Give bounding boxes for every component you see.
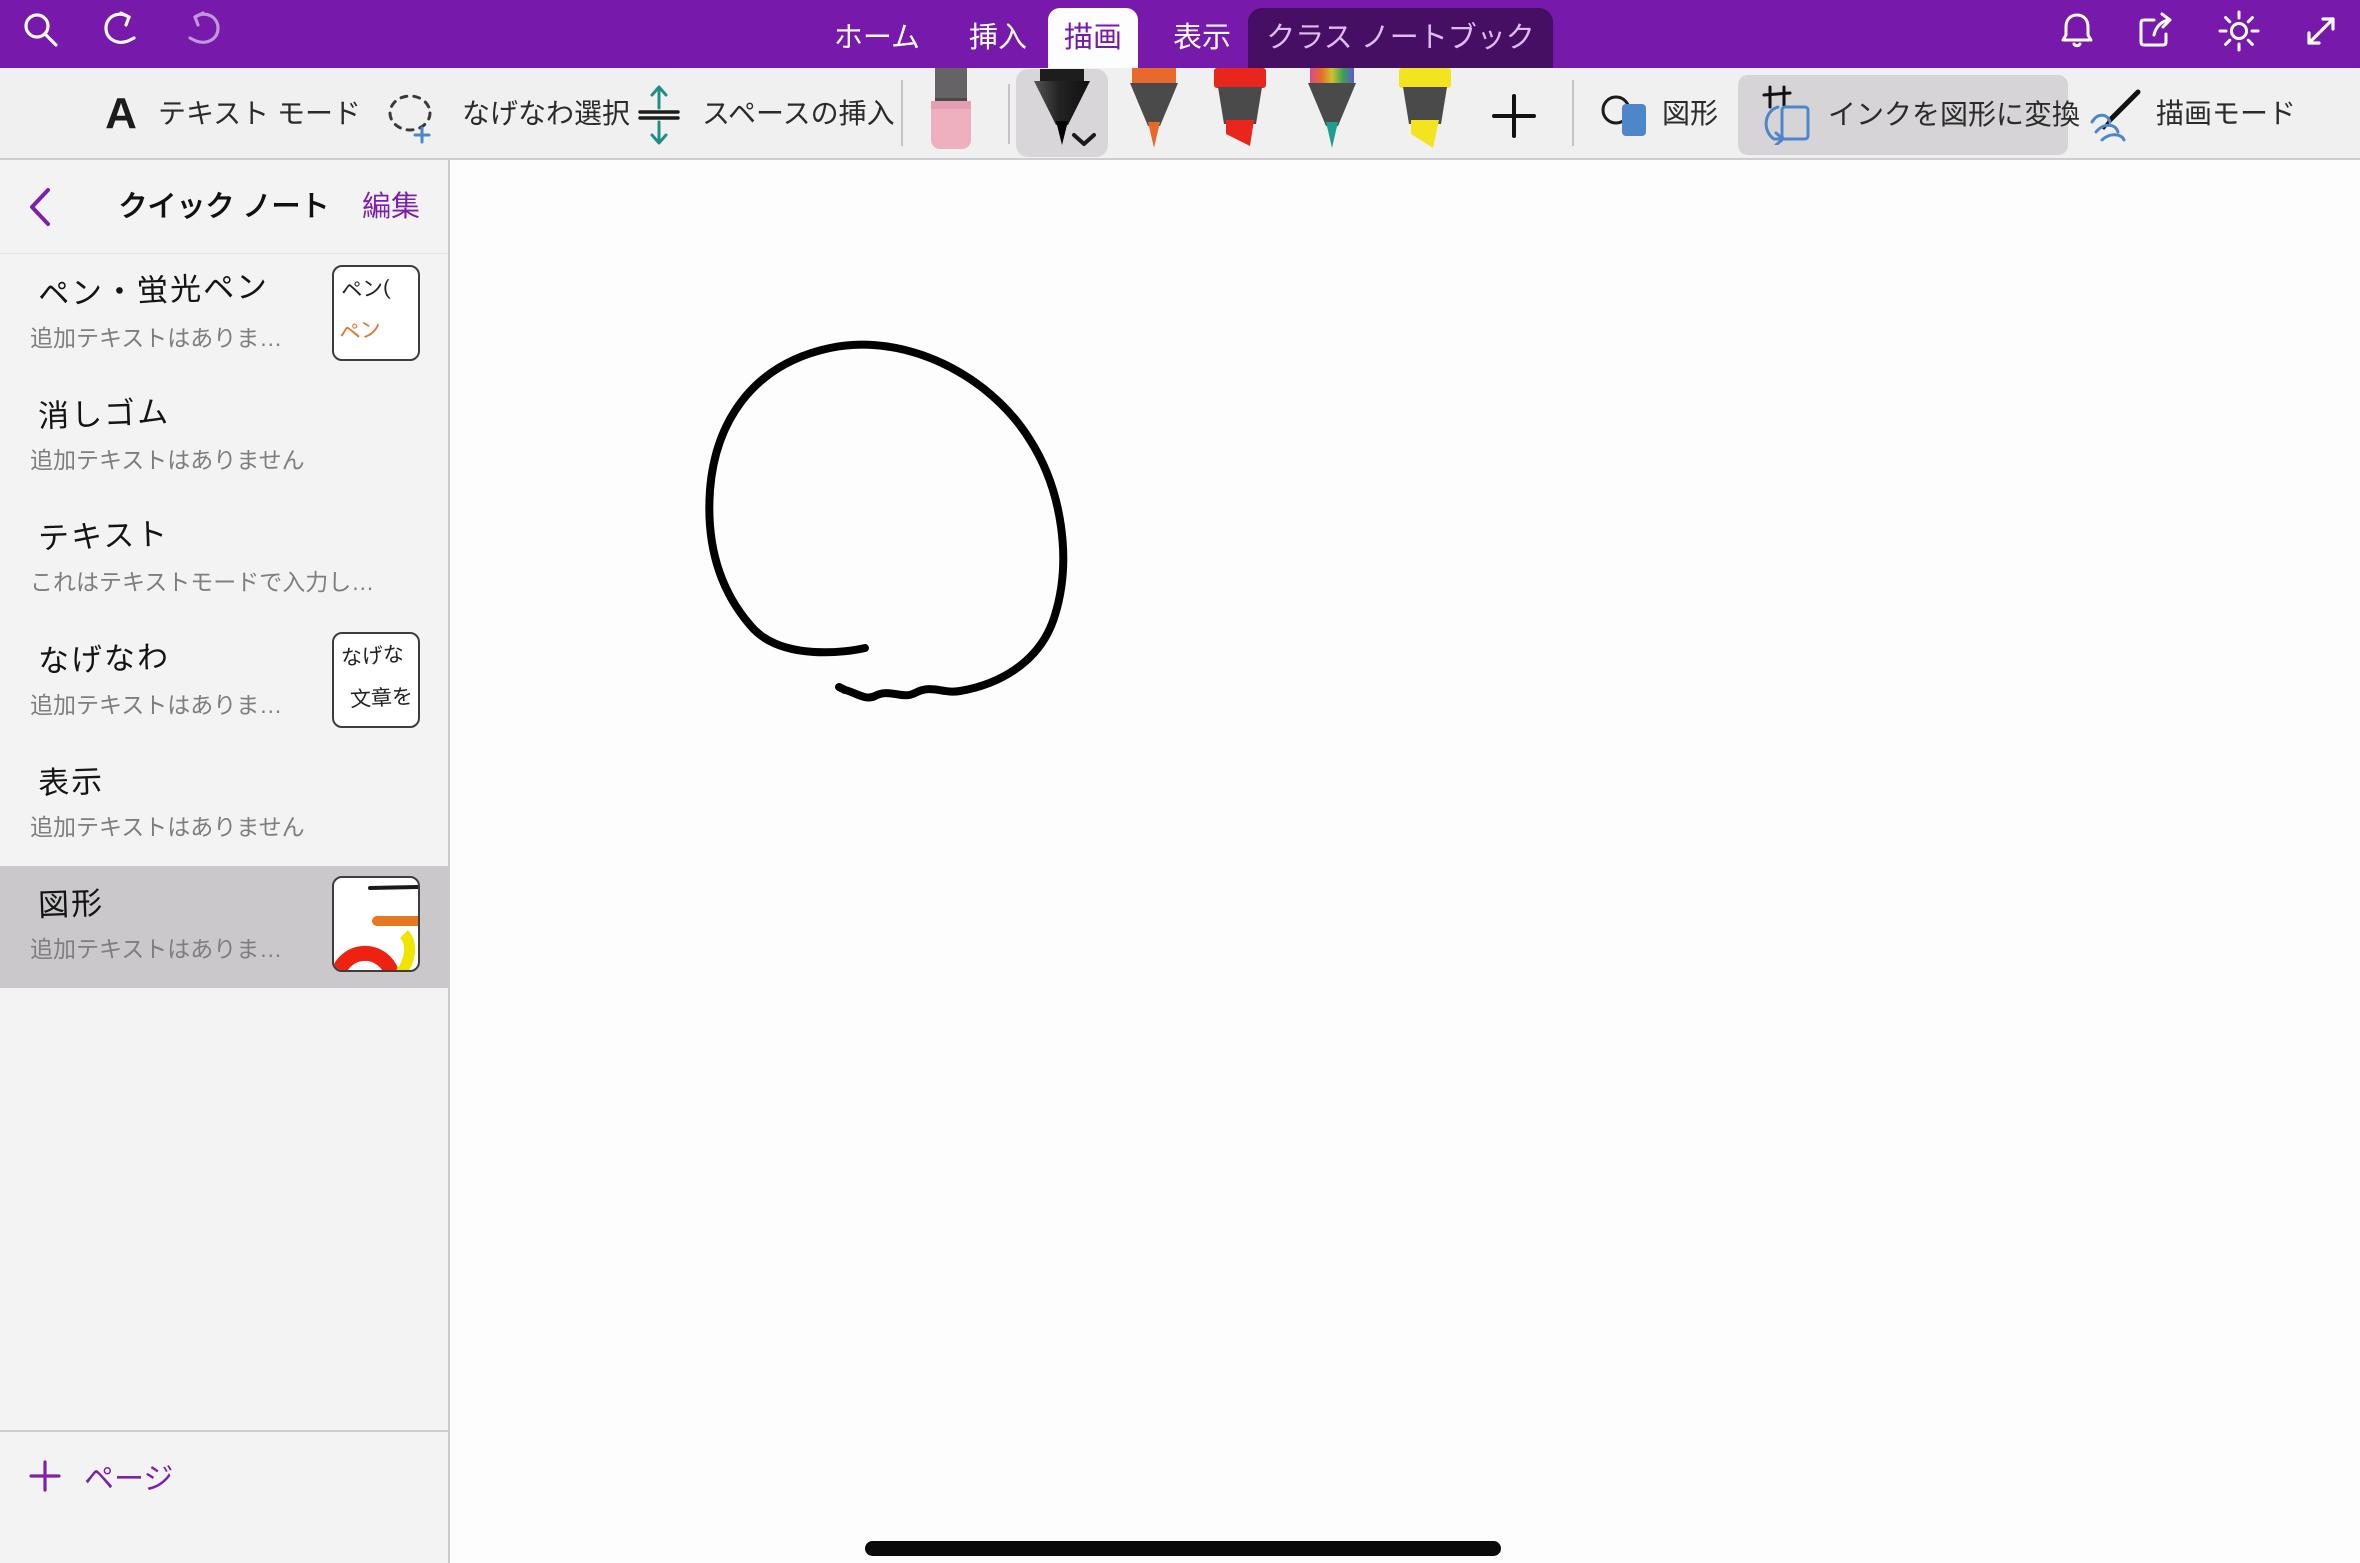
share-icon[interactable] (2132, 8, 2178, 54)
draw-ribbon: A テキスト モード なげなわ選択 スペースの挿入 (0, 68, 2360, 160)
tab-insert[interactable]: 挿入 (952, 8, 1044, 68)
ink-to-shape-button[interactable]: インクを図形に変換 (1738, 75, 2068, 155)
page-list-item-selected[interactable]: 図形 追加テキストはありま… (0, 866, 448, 988)
page-thumbnail: ペン( ペン (332, 265, 420, 361)
draw-mode-button[interactable]: 描画モード (2156, 68, 2296, 160)
page-subtitle: 追加テキストはありません (30, 808, 305, 842)
plus-icon (28, 1459, 62, 1493)
page-subtitle: 追加テキストはありません (30, 441, 305, 475)
page-title-handwritten: なげなわ (37, 631, 170, 681)
undo-icon[interactable] (98, 8, 144, 54)
page-title-handwritten: テキスト (37, 508, 170, 558)
note-drawing-canvas[interactable] (450, 160, 2360, 1563)
page-list-item[interactable]: 表示 追加テキストはありません (0, 744, 448, 866)
page-subtitle: 追加テキストはありま… (30, 930, 282, 964)
page-subtitle: 追加テキストはありま… (30, 686, 282, 720)
top-app-bar: ホーム 挿入 描画 表示 クラス ノートブック (0, 0, 2360, 68)
tab-class-notebook[interactable]: クラス ノートブック (1248, 8, 1553, 68)
lasso-select-icon (382, 88, 444, 144)
orange-pen-tool[interactable] (1128, 68, 1180, 152)
page-subtitle: これはテキストモードで入力し… (30, 563, 374, 597)
page-list-item[interactable]: ペン・蛍光ペン 追加テキストはありま… ペン( ペン (0, 255, 448, 377)
page-list-item[interactable]: なげなわ 追加テキストはありま… なげな 文章を (0, 622, 448, 744)
tab-view[interactable]: 表示 (1158, 8, 1246, 68)
page-title-handwritten: 表示 (37, 756, 105, 803)
page-thumbnail: なげな 文章を (332, 632, 420, 728)
sidebar-footer: ページ (0, 1430, 448, 1563)
lasso-select-button[interactable]: なげなわ選択 (462, 68, 630, 160)
toolbar-divider (1572, 80, 1574, 146)
fullscreen-expand-icon[interactable] (2298, 8, 2344, 54)
page-title-handwritten: ペン・蛍光ペン (37, 261, 269, 314)
page-list-item[interactable]: 消しゴム 追加テキストはありません (0, 377, 448, 499)
eraser-tool[interactable] (928, 68, 974, 152)
draw-mode-icon (2086, 88, 2146, 144)
redo-icon[interactable] (180, 8, 226, 54)
ink-to-shape-label: インクを図形に変換 (1828, 75, 2080, 155)
black-pen-tool-selected[interactable] (1016, 69, 1108, 157)
tab-home[interactable]: ホーム (818, 8, 936, 68)
insert-space-button[interactable]: スペースの挿入 (702, 68, 895, 160)
shapes-button[interactable]: 図形 (1662, 68, 1718, 160)
ink-stroke-circle (450, 160, 2360, 1563)
search-icon[interactable] (18, 8, 64, 54)
ink-to-shape-icon (1756, 85, 1814, 145)
page-subtitle: 追加テキストはありま… (30, 319, 282, 353)
add-page-label: ページ (84, 1454, 173, 1498)
add-page-button[interactable]: ページ (28, 1454, 173, 1498)
notifications-bell-icon[interactable] (2054, 8, 2100, 54)
insert-space-icon (634, 84, 684, 146)
page-title-handwritten: 図形 (37, 878, 105, 925)
yellow-highlighter-tool[interactable] (1396, 68, 1454, 152)
thumbnail-ink-text: 文章を (349, 680, 413, 713)
page-title-handwritten: 消しゴム (37, 386, 170, 436)
thumbnail-ink-text: なげな (340, 638, 405, 672)
add-pen-button[interactable] (1488, 90, 1540, 142)
thumbnail-ink-text: ペン (337, 312, 383, 348)
home-indicator-bar[interactable] (865, 1541, 1501, 1556)
page-list-sidebar: クイック ノート 編集 ペン・蛍光ペン 追加テキストはありま… ペン( ペン 消… (0, 160, 450, 1563)
edit-button[interactable]: 編集 (362, 160, 420, 254)
text-mode-icon: A (100, 90, 142, 138)
red-marker-tool[interactable] (1212, 68, 1268, 152)
shapes-icon (1600, 90, 1652, 140)
sidebar-header: クイック ノート 編集 (0, 160, 448, 254)
page-list-item[interactable]: テキスト これはテキストモードで入力し… (0, 499, 448, 621)
toolbar-divider (901, 80, 903, 146)
toolbar-divider (1008, 84, 1010, 144)
tab-draw[interactable]: 描画 (1048, 8, 1138, 68)
settings-gear-icon[interactable] (2216, 8, 2262, 54)
rainbow-pen-tool[interactable] (1306, 68, 1358, 152)
text-mode-button[interactable]: テキスト モード (158, 68, 361, 160)
page-thumbnail-shapes (332, 876, 420, 972)
thumbnail-ink-text: ペン( (340, 271, 391, 304)
